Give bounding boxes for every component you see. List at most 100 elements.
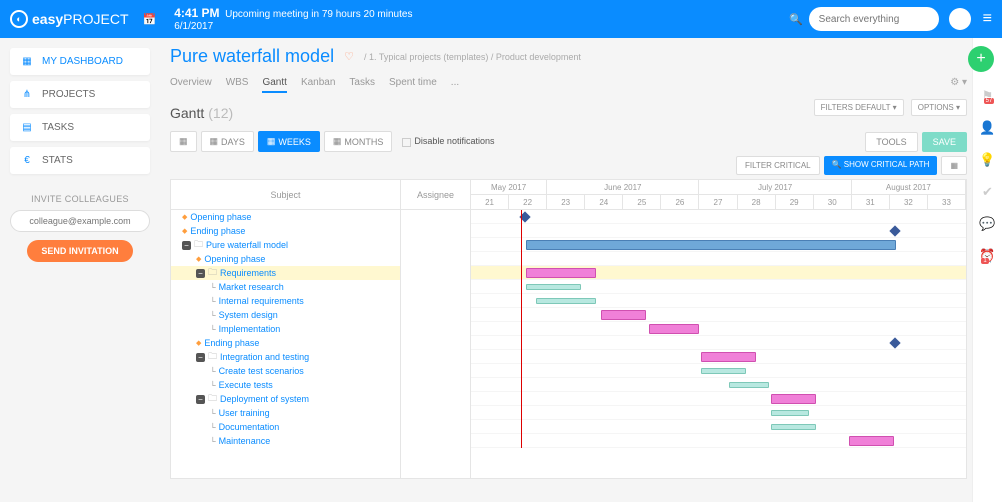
gear-icon[interactable]: ⚙ ▾ bbox=[950, 77, 967, 93]
nav-stats[interactable]: €STATS bbox=[10, 147, 150, 174]
gantt-row bbox=[471, 294, 966, 308]
gantt-row bbox=[471, 406, 966, 420]
tree-row[interactable]: └ User training bbox=[171, 406, 400, 420]
tab-tasks[interactable]: Tasks bbox=[349, 77, 375, 93]
gantt-row bbox=[471, 322, 966, 336]
favorite-icon[interactable]: ♡ bbox=[344, 50, 354, 63]
nav-tasks[interactable]: ▤TASKS bbox=[10, 114, 150, 141]
tree-row[interactable]: − 🗀 Pure waterfall model bbox=[171, 238, 400, 252]
tools-button[interactable]: TOOLS bbox=[865, 132, 917, 152]
tabs: Overview WBS Gantt Kanban Tasks Spent time...… bbox=[170, 77, 967, 93]
tree-row[interactable]: − 🗀 Deployment of system bbox=[171, 392, 400, 406]
options-pill[interactable]: OPTIONS ▾ bbox=[911, 99, 967, 116]
gantt-bar[interactable] bbox=[771, 410, 809, 416]
clock-icon[interactable]: ⏰1 bbox=[979, 248, 995, 264]
gantt-bar[interactable] bbox=[849, 436, 894, 446]
week-cell: 32 bbox=[890, 195, 928, 209]
today-line bbox=[521, 210, 522, 448]
add-fab[interactable]: + bbox=[968, 46, 994, 72]
tree-row[interactable]: └ Implementation bbox=[171, 322, 400, 336]
tree-row[interactable]: ◆ Ending phase bbox=[171, 336, 400, 350]
days-button[interactable]: ▦ DAYS bbox=[201, 131, 254, 152]
tree-row[interactable]: └ Create test scenarios bbox=[171, 364, 400, 378]
tree-row[interactable]: − 🗀 Requirements bbox=[171, 266, 400, 280]
filters-pill[interactable]: FILTERS DEFAULT ▾ bbox=[814, 99, 904, 116]
tab-gantt[interactable]: Gantt bbox=[262, 77, 286, 93]
week-cell: 31 bbox=[852, 195, 890, 209]
week-cell: 33 bbox=[928, 195, 966, 209]
gantt-row bbox=[471, 378, 966, 392]
tree-row[interactable]: ◆ Ending phase bbox=[171, 224, 400, 238]
menu-icon[interactable]: ≡ bbox=[983, 10, 992, 28]
tree-row[interactable]: ◆ Opening phase bbox=[171, 252, 400, 266]
tree-row[interactable]: └ Market research bbox=[171, 280, 400, 294]
send-invitation-button[interactable]: SEND INVITATION bbox=[27, 240, 132, 262]
tree-row[interactable]: └ Maintenance bbox=[171, 434, 400, 448]
check-icon[interactable]: ✔ bbox=[982, 184, 993, 200]
month-cell: May 2017 bbox=[471, 180, 547, 194]
month-cell: June 2017 bbox=[547, 180, 699, 194]
months-button[interactable]: ▦ MONTHS bbox=[324, 131, 393, 152]
gantt-bar[interactable] bbox=[526, 268, 596, 278]
show-critical-path-button[interactable]: 🔍 SHOW CRITICAL PATH bbox=[824, 156, 938, 175]
avatar[interactable] bbox=[949, 8, 971, 30]
topbar: ◐ easyPROJECT 📅 4:41 PM Upcoming meeting… bbox=[0, 0, 1002, 38]
subject-header: Subject bbox=[171, 180, 400, 210]
week-cell: 25 bbox=[623, 195, 661, 209]
invite-title: INVITE COLLEAGUES bbox=[10, 194, 150, 204]
disable-notifications-checkbox[interactable]: Disable notifications bbox=[402, 136, 494, 146]
search-icon[interactable]: 🔍 bbox=[789, 13, 803, 26]
gantt-bar[interactable] bbox=[771, 394, 816, 404]
gantt-bar[interactable] bbox=[536, 298, 596, 304]
month-cell: August 2017 bbox=[852, 180, 966, 194]
tree-row[interactable]: └ Internal requirements bbox=[171, 294, 400, 308]
week-cell: 26 bbox=[661, 195, 699, 209]
tab-...[interactable]: ... bbox=[451, 77, 459, 93]
milestone[interactable] bbox=[889, 225, 900, 236]
gantt-bar[interactable] bbox=[649, 324, 699, 334]
week-cell: 24 bbox=[585, 195, 623, 209]
nav-projects[interactable]: ⋔PROJECTS bbox=[10, 81, 150, 108]
tab-overview[interactable]: Overview bbox=[170, 77, 212, 93]
gantt-row bbox=[471, 336, 966, 350]
right-rail: ⚑57 👤 💡 ✔ 💬 ⏰1 bbox=[972, 38, 1002, 502]
gantt-row bbox=[471, 364, 966, 378]
assignee-header: Assignee bbox=[401, 180, 470, 210]
tree-row[interactable]: └ Execute tests bbox=[171, 378, 400, 392]
search-input[interactable] bbox=[809, 7, 939, 31]
save-button[interactable]: SAVE bbox=[922, 132, 967, 152]
milestone[interactable] bbox=[889, 337, 900, 348]
weeks-button[interactable]: ▦ WEEKS bbox=[258, 131, 320, 152]
tab-wbs[interactable]: WBS bbox=[226, 77, 249, 93]
tab-spent time[interactable]: Spent time bbox=[389, 77, 437, 93]
chat-icon[interactable]: 💬 bbox=[979, 216, 995, 232]
tree-row[interactable]: └ Documentation bbox=[171, 420, 400, 434]
user-icon[interactable]: 👤 bbox=[979, 120, 995, 136]
gantt-bar[interactable] bbox=[601, 310, 646, 320]
flag-icon[interactable]: ⚑57 bbox=[982, 88, 994, 104]
invite-email-input[interactable] bbox=[10, 210, 150, 232]
toolbar: ▦ ▦ DAYS ▦ WEEKS ▦ MONTHS Disable notifi… bbox=[170, 131, 967, 152]
tree-row[interactable]: ◆ Opening phase bbox=[171, 210, 400, 224]
gantt-bar[interactable] bbox=[701, 352, 756, 362]
gantt-bar[interactable] bbox=[771, 424, 816, 430]
gantt-bar[interactable] bbox=[729, 382, 769, 388]
extra-button[interactable]: ▦ bbox=[941, 156, 967, 175]
gantt-bar[interactable] bbox=[701, 368, 746, 374]
gantt-bar[interactable] bbox=[526, 284, 581, 290]
breadcrumb[interactable]: / 1. Typical projects (templates) / Prod… bbox=[364, 52, 581, 62]
tree-row[interactable]: − 🗀 Integration and testing bbox=[171, 350, 400, 364]
sidebar: ▦MY DASHBOARD ⋔PROJECTS ▤TASKS €STATS INVIT… bbox=[0, 38, 160, 502]
calendar-icon[interactable]: 📅 bbox=[143, 13, 157, 26]
calendar-picker[interactable]: ▦ bbox=[170, 131, 197, 152]
logo[interactable]: ◐ easyPROJECT bbox=[10, 10, 129, 28]
filter-critical-button[interactable]: FILTER CRITICAL bbox=[736, 156, 820, 175]
gantt-row bbox=[471, 420, 966, 434]
nav-my-dashboard[interactable]: ▦MY DASHBOARD bbox=[10, 48, 150, 75]
tree-row[interactable]: └ System design bbox=[171, 308, 400, 322]
week-cell: 27 bbox=[699, 195, 737, 209]
bulb-icon[interactable]: 💡 bbox=[979, 152, 995, 168]
tab-kanban[interactable]: Kanban bbox=[301, 77, 335, 93]
gantt-bar[interactable] bbox=[526, 240, 896, 250]
gantt-row bbox=[471, 210, 966, 224]
